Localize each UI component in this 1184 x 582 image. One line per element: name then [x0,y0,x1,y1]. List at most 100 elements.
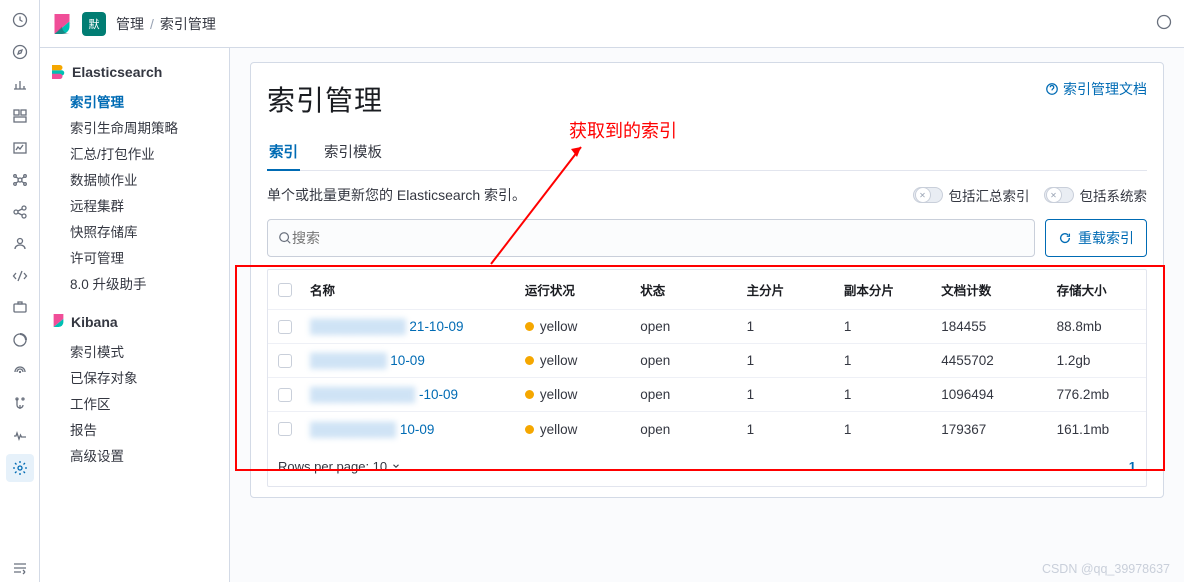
col-docs[interactable]: 文档计数 [933,280,1048,299]
select-all-checkbox[interactable] [278,283,292,297]
tab-templates[interactable]: 索引模板 [322,133,384,170]
main-panel: 索引管理 索引管理文档 索引 索引模板 单个或批量更新您的 Elasticsea… [250,62,1164,498]
ml-icon[interactable] [6,166,34,194]
management-sidebar: Elasticsearch 索引管理 索引生命周期策略 汇总/打包作业 数据帧作… [40,48,230,582]
breadcrumb-root[interactable]: 管理 [116,14,144,34]
col-health[interactable]: 运行状况 [517,280,632,299]
metrics-icon[interactable] [6,134,34,162]
sidebar-item-upgrade[interactable]: 8.0 升级助手 [52,270,217,296]
heartbeat-icon[interactable] [6,422,34,450]
search-box[interactable] [267,219,1035,257]
breadcrumb-leaf[interactable]: 索引管理 [160,14,216,34]
table-footer: Rows per page: 10 1 [268,446,1146,486]
health-dot-icon [525,322,534,331]
recent-icon[interactable] [6,6,34,34]
devtools-icon[interactable] [6,262,34,290]
cell-size: 88.8mb [1049,319,1146,334]
discover-icon[interactable] [6,38,34,66]
table-header: 名称 运行状况 状态 主分片 副本分片 文档计数 存储大小 [268,270,1146,310]
sidebar-item-dataframe[interactable]: 数据帧作业 [52,166,217,192]
page-description: 单个或批量更新您的 Elasticsearch 索引。 [267,185,526,205]
cell-health: yellow [517,353,632,368]
uptime-icon[interactable] [6,326,34,354]
row-checkbox[interactable] [278,354,292,368]
dashboard-icon[interactable] [6,102,34,130]
header-help-icon[interactable] [1156,14,1172,33]
sidebar-item-ilm[interactable]: 索引生命周期策略 [52,114,217,140]
switch-include-system[interactable]: 包括系统索 [1044,185,1148,205]
cell-size: 161.1mb [1049,422,1146,437]
cell-shard: 1 [739,422,836,437]
cell-shard: 1 [739,319,836,334]
row-checkbox[interactable] [278,422,292,436]
cell-docs: 1096494 [933,387,1048,402]
sidebar-section-kibana: Kibana [52,314,217,330]
sidebar-item-reporting[interactable]: 报告 [52,416,217,442]
logs-icon[interactable] [6,390,34,418]
col-shard[interactable]: 主分片 [739,280,836,299]
cell-size: 776.2mb [1049,387,1146,402]
sidebar-item-spaces[interactable]: 工作区 [52,390,217,416]
search-icon [278,231,292,245]
tabs: 索引 索引模板 [267,133,1147,171]
col-state[interactable]: 状态 [632,280,738,299]
table-row[interactable]: ███████████ -10-09 yellow open 1 1 10964… [268,378,1146,412]
sidebar-item-license[interactable]: 许可管理 [52,244,217,270]
cell-size: 1.2gb [1049,353,1146,368]
cell-docs: 184455 [933,319,1048,334]
sidebar-item-rollup[interactable]: 汇总/打包作业 [52,140,217,166]
user-icon[interactable] [6,230,34,258]
toggle-icon [1044,187,1074,203]
sidebar-item-advanced-settings[interactable]: 高级设置 [52,442,217,468]
rows-per-page[interactable]: Rows per page: 10 [278,459,401,474]
cell-state: open [632,353,738,368]
col-rep[interactable]: 副本分片 [836,280,933,299]
cell-name[interactable]: ████████ 10-09 [302,353,517,368]
sidebar-item-saved-objects[interactable]: 已保存对象 [52,364,217,390]
chevron-down-icon [391,461,401,471]
doc-link[interactable]: 索引管理文档 [1045,79,1147,99]
table-row[interactable]: █████████ 10-09 yellow open 1 1 179367 1… [268,412,1146,446]
cell-health: yellow [517,422,632,437]
watermark: CSDN @qq_39978637 [1042,562,1170,576]
sidebar-item-index-patterns[interactable]: 索引模式 [52,338,217,364]
col-size[interactable]: 存储大小 [1049,280,1146,299]
cell-docs: 4455702 [933,353,1048,368]
search-input[interactable] [292,230,1024,246]
page-body: 索引管理 索引管理文档 索引 索引模板 单个或批量更新您的 Elasticsea… [230,48,1184,582]
cell-name[interactable]: ██████████ 21-10-09 [302,319,517,334]
page-number[interactable]: 1 [1129,459,1136,474]
row-checkbox[interactable] [278,320,292,334]
reload-label: 重载索引 [1078,228,1134,248]
top-header: 默 管理 / 索引管理 [40,0,1184,48]
space-badge[interactable]: 默 [82,12,106,36]
cell-state: open [632,319,738,334]
sidebar-item-remote-clusters[interactable]: 远程集群 [52,192,217,218]
collapse-icon[interactable] [6,554,34,582]
health-dot-icon [525,356,534,365]
apm-icon[interactable] [6,294,34,322]
infra-icon[interactable] [6,358,34,386]
sidebar-item-index-management[interactable]: 索引管理 [52,88,217,114]
cell-rep: 1 [836,422,933,437]
graph-icon[interactable] [6,198,34,226]
cell-name[interactable]: ███████████ -10-09 [302,387,517,402]
switch-label: 包括系统索 [1080,185,1148,205]
col-name[interactable]: 名称 [302,280,517,299]
reload-button[interactable]: 重载索引 [1045,219,1147,257]
cell-rep: 1 [836,353,933,368]
switch-include-rollup[interactable]: 包括汇总索引 [913,185,1030,205]
table-row[interactable]: ██████████ 21-10-09 yellow open 1 1 1844… [268,310,1146,344]
table-row[interactable]: ████████ 10-09 yellow open 1 1 4455702 1… [268,344,1146,378]
settings-icon[interactable] [6,454,34,482]
row-checkbox[interactable] [278,388,292,402]
elasticsearch-icon [52,65,66,79]
cell-name[interactable]: █████████ 10-09 [302,422,517,437]
indices-table: 名称 运行状况 状态 主分片 副本分片 文档计数 存储大小 ██████████… [267,269,1147,487]
visualize-icon[interactable] [6,70,34,98]
health-dot-icon [525,425,534,434]
sidebar-item-snapshots[interactable]: 快照存储库 [52,218,217,244]
tab-indices[interactable]: 索引 [267,133,300,170]
cell-shard: 1 [739,353,836,368]
cell-health: yellow [517,319,632,334]
